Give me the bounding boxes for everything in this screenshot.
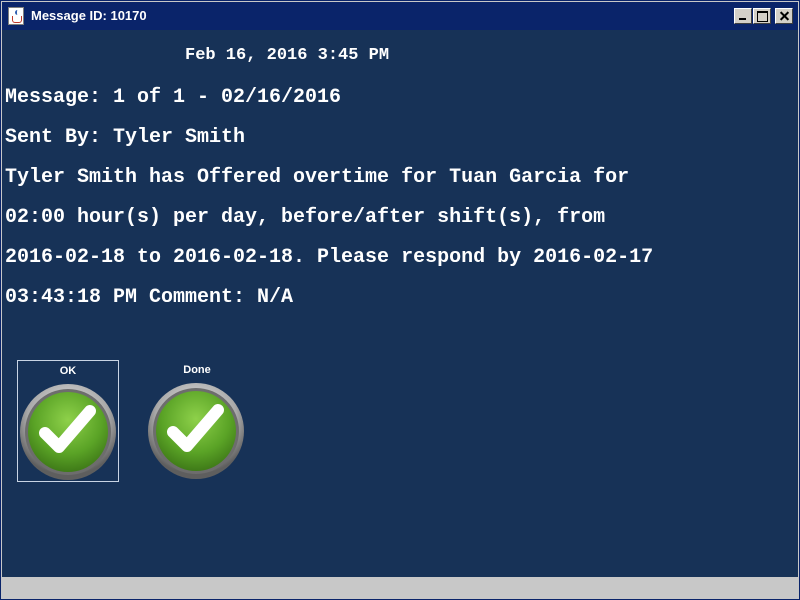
message-header-line: Message: 1 of 1 - 02/16/2016 bbox=[5, 86, 342, 109]
ok-button[interactable]: OK bbox=[17, 360, 119, 482]
checkmark-icon bbox=[148, 383, 244, 479]
done-button[interactable]: Done bbox=[146, 360, 248, 482]
message-body-line: 2016-02-18 to 2016-02-18. Please respond… bbox=[5, 246, 654, 269]
title-bar[interactable]: Message ID: 10170 bbox=[2, 2, 798, 30]
message-body-line: Tyler Smith has Offered overtime for Tua… bbox=[5, 166, 630, 189]
message-datetime: Feb 16, 2016 3:45 PM bbox=[185, 46, 390, 65]
java-app-icon[interactable] bbox=[8, 7, 24, 25]
message-body-line: 03:43:18 PM Comment: N/A bbox=[5, 286, 294, 309]
message-window: Message ID: 10170 Feb 16, 2016 3:45 PM M… bbox=[0, 0, 800, 600]
window-title: Message ID: 10170 bbox=[31, 8, 147, 23]
ok-button-label: OK bbox=[59, 365, 77, 377]
message-panel: Feb 16, 2016 3:45 PM Message: 1 of 1 - 0… bbox=[2, 30, 798, 577]
status-bar bbox=[2, 577, 798, 599]
checkmark-icon bbox=[20, 384, 116, 480]
minimize-button[interactable] bbox=[734, 8, 752, 24]
sent-by-line: Sent By: Tyler Smith bbox=[5, 126, 246, 149]
done-button-label: Done bbox=[183, 364, 211, 376]
maximize-button[interactable] bbox=[753, 8, 771, 24]
message-body-line: 02:00 hour(s) per day, before/after shif… bbox=[5, 206, 606, 229]
close-button[interactable] bbox=[775, 8, 793, 24]
